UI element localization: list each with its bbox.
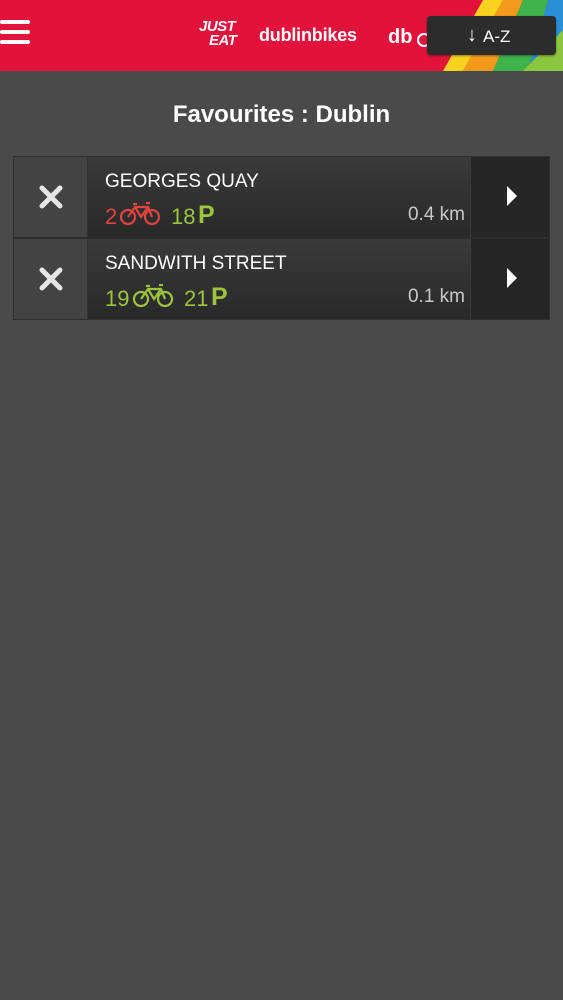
bike-icon [132,284,174,308]
favourite-row: SANDWITH STREET 19 21 P 0.1 km [13,238,550,320]
chevron-right-icon [507,268,517,288]
justeat-logo: JUST EAT [199,18,237,49]
available-stands: 21 [184,286,209,311]
open-station-button[interactable] [470,157,549,237]
svg-text:db: db [388,26,412,48]
parking-icon: P [198,201,215,229]
bike-icon [119,202,161,226]
available-bikes: 19 [105,286,130,311]
app-header: JUST EAT dublinbikes db ↓ A-Z [0,0,563,71]
dublinbikes-logo: dublinbikes [259,25,357,45]
available-bikes: 2 [105,204,118,229]
station-info[interactable]: GEORGES QUAY 2 18 P 0.4 km [88,157,470,237]
parking-icon: P [211,283,228,311]
station-name: SANDWITH STREET [105,253,287,274]
db-logo-icon: db [388,26,431,48]
station-distance: 0.1 km [407,286,465,307]
chevron-right-icon [507,186,517,206]
close-icon [39,267,63,291]
close-icon [39,185,63,209]
menu-icon[interactable] [0,20,32,46]
station-name: GEORGES QUAY [105,171,259,192]
open-station-button[interactable] [470,239,549,319]
station-info[interactable]: SANDWITH STREET 19 21 P 0.1 km [88,239,470,319]
remove-favourite-button[interactable] [14,239,88,319]
remove-favourite-button[interactable] [14,157,88,237]
favourite-row: GEORGES QUAY 2 18 P 0.4 km [13,156,550,238]
station-distance: 0.4 km [407,204,465,225]
page-title: Favourites : Dublin [172,101,391,128]
sort-az-button[interactable]: ↓ A-Z [427,16,556,55]
available-stands: 18 [171,204,196,229]
